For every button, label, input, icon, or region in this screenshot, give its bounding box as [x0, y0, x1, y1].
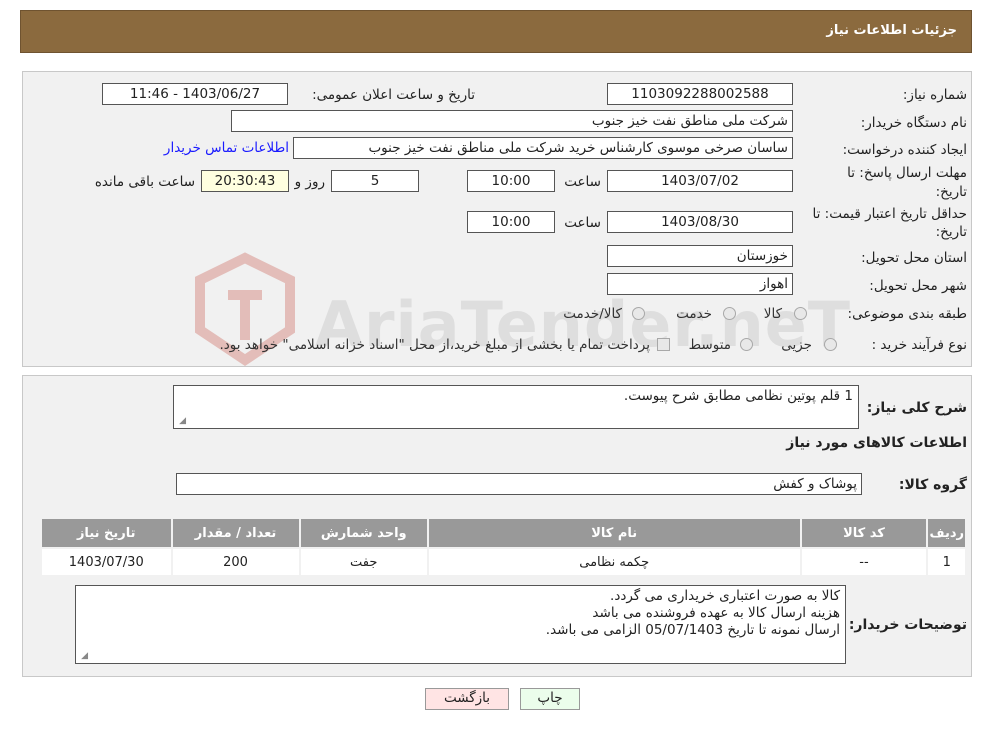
- category-service-label: خدمت: [676, 306, 712, 322]
- requester-label: ایجاد کننده درخواست:: [842, 142, 967, 158]
- reply-time-word: ساعت: [564, 174, 601, 190]
- treasury-payment-note: پرداخت تمام یا بخشی از مبلغ خرید،از محل …: [219, 337, 650, 353]
- category-goods-radio[interactable]: [794, 307, 807, 320]
- goods-section-title: اطلاعات کالاهای مورد نیاز: [786, 435, 967, 451]
- city-label: شهر محل تحویل:: [869, 278, 967, 294]
- cell-qty: 200: [170, 547, 301, 577]
- goods-table: ردیف کد کالا نام کالا واحد شمارش تعداد /…: [40, 517, 967, 577]
- announce-field[interactable]: 1403/06/27 - 11:46: [102, 83, 288, 105]
- category-goods-label: کالا: [763, 306, 782, 322]
- price-validity-label: حداقل تاریخ اعتبار قیمت: تا: [812, 206, 967, 222]
- buyer-org-label: نام دستگاه خریدار:: [860, 115, 967, 131]
- treasury-payment-checkbox[interactable]: [657, 338, 670, 351]
- col-qty: تعداد / مقدار: [170, 517, 301, 549]
- process-small-radio[interactable]: [824, 338, 837, 351]
- col-name: نام کالا: [426, 517, 802, 549]
- buyer-notes-label: توضیحات خریدار:: [848, 617, 967, 633]
- province-label: استان محل تحویل:: [861, 250, 967, 266]
- remaining-time-field: 20:30:43: [201, 170, 289, 192]
- description-text: 1 قلم پوتین نظامی مطابق شرح پیوست.: [623, 388, 853, 404]
- price-time-word: ساعت: [564, 215, 601, 231]
- city-field[interactable]: اهواز: [607, 273, 793, 295]
- buyer-contact-link[interactable]: اطلاعات تماس خریدار: [164, 140, 289, 156]
- cell-unit: جفت: [298, 547, 429, 577]
- cell-date: 1403/07/30: [40, 547, 173, 577]
- reply-deadline-label-2: تاریخ:: [935, 184, 967, 200]
- buyer-note-line: هزینه ارسال کالا به عهده فروشنده می باشد: [592, 605, 840, 621]
- days-remaining-field[interactable]: 5: [331, 170, 419, 192]
- category-service-radio[interactable]: [723, 307, 736, 320]
- cell-name: چکمه نظامی: [426, 547, 802, 577]
- goods-table-header: ردیف کد کالا نام کالا واحد شمارش تعداد /…: [40, 517, 967, 549]
- resize-grip-icon[interactable]: ◢: [176, 416, 186, 426]
- col-date: تاریخ نیاز: [40, 517, 173, 549]
- need-number-label: شماره نیاز:: [902, 87, 967, 103]
- province-field[interactable]: خوزستان: [607, 245, 793, 267]
- buyer-org-field[interactable]: شرکت ملی مناطق نفت خیز جنوب: [231, 110, 793, 132]
- requester-field[interactable]: ساسان صرخی موسوی کارشناس خرید شرکت ملی م…: [293, 137, 793, 159]
- page-header: جزئیات اطلاعات نیاز: [20, 10, 972, 53]
- back-button[interactable]: بازگشت: [425, 688, 509, 710]
- remaining-word: ساعت باقی مانده: [94, 174, 195, 190]
- reply-time-field[interactable]: 10:00: [467, 170, 555, 192]
- price-time-field[interactable]: 10:00: [467, 211, 555, 233]
- process-label: نوع فرآیند خرید :: [871, 337, 967, 353]
- col-unit: واحد شمارش: [298, 517, 429, 549]
- category-label: طبقه بندی موضوعی:: [847, 306, 967, 322]
- resize-grip-icon[interactable]: ◢: [78, 651, 88, 661]
- need-number-field[interactable]: 1103092288002588: [607, 83, 793, 105]
- buyer-notes-textarea[interactable]: کالا به صورت اعتباری خریداری می گردد. هز…: [75, 585, 846, 664]
- goods-group-field[interactable]: پوشاک و کفش: [176, 473, 862, 495]
- goods-group-label: گروه کالا:: [898, 477, 967, 493]
- reply-deadline-label: مهلت ارسال پاسخ: تا: [847, 165, 967, 181]
- col-code: کد کالا: [799, 517, 929, 549]
- category-goods-service-label: کالا/خدمت: [563, 306, 622, 322]
- announce-label: تاریخ و ساعت اعلان عمومی:: [312, 87, 475, 103]
- price-validity-label-2: تاریخ:: [935, 224, 967, 240]
- page-title: جزئیات اطلاعات نیاز: [826, 23, 957, 38]
- description-label: شرح کلی نیاز:: [866, 400, 967, 416]
- description-textarea[interactable]: 1 قلم پوتین نظامی مطابق شرح پیوست. ◢: [173, 385, 859, 429]
- col-row: ردیف: [926, 517, 967, 549]
- table-row: 1 -- چکمه نظامی جفت 200 1403/07/30: [40, 547, 967, 577]
- print-button[interactable]: چاپ: [520, 688, 580, 710]
- process-medium-radio[interactable]: [740, 338, 753, 351]
- cell-code: --: [799, 547, 929, 577]
- cell-row: 1: [926, 547, 967, 577]
- process-medium-label: متوسط: [688, 337, 731, 353]
- buyer-note-line: کالا به صورت اعتباری خریداری می گردد.: [610, 588, 840, 604]
- category-goods-service-radio[interactable]: [632, 307, 645, 320]
- reply-date-field[interactable]: 1403/07/02: [607, 170, 793, 192]
- buyer-note-line: ارسال نمونه تا تاریخ 05/07/1403 الزامی م…: [545, 622, 840, 638]
- days-word: روز و: [294, 174, 325, 190]
- price-date-field[interactable]: 1403/08/30: [607, 211, 793, 233]
- process-small-label: جزیی: [781, 337, 812, 353]
